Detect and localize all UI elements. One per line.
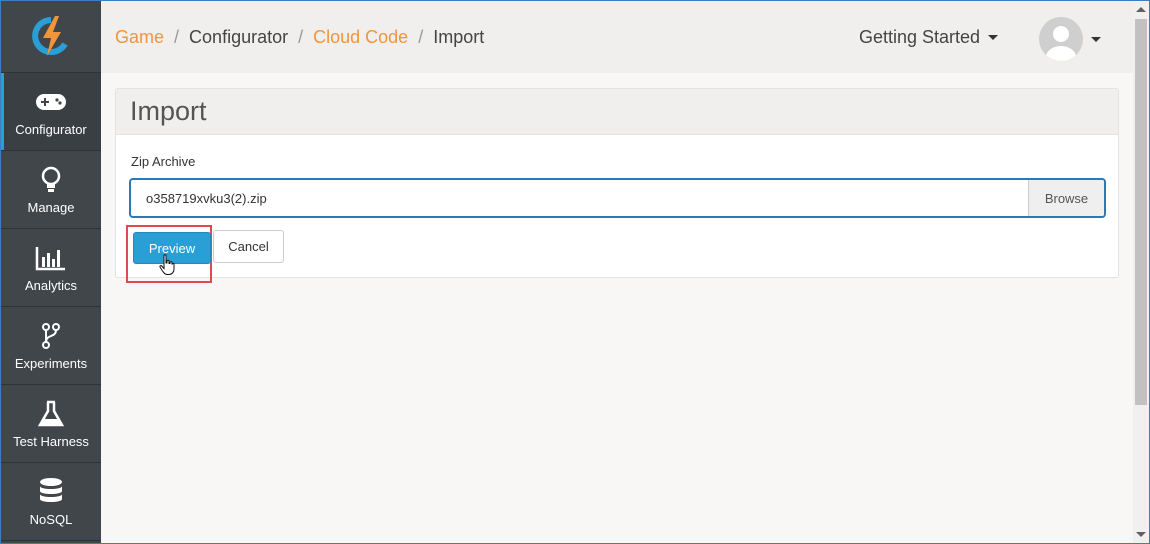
- bar-chart-icon: [35, 242, 67, 274]
- flask-icon: [38, 398, 64, 430]
- import-panel: Import Zip Archive o358719xvku3(2).zip B…: [115, 88, 1119, 283]
- page-title: Import: [130, 96, 207, 126]
- sidebar: Configurator Manage Analytics Experiment…: [1, 1, 101, 543]
- sidebar-item-label: Manage: [27, 200, 75, 215]
- sidebar-item-configurator[interactable]: Configurator: [1, 73, 101, 151]
- breadcrumb-separator: /: [174, 26, 180, 47]
- sidebar-item-test-harness[interactable]: Test Harness: [1, 385, 101, 463]
- top-header: Game / Configurator / Cloud Code / Impor…: [101, 1, 1133, 73]
- breadcrumb: Game / Configurator / Cloud Code / Impor…: [115, 27, 484, 48]
- sidebar-item-label: Test Harness: [13, 434, 89, 449]
- sidebar-item-manage[interactable]: Manage: [1, 151, 101, 229]
- getting-started-label: Getting Started: [859, 27, 981, 47]
- database-icon: [38, 476, 64, 508]
- file-name-field[interactable]: o358719xvku3(2).zip: [131, 180, 1028, 216]
- cancel-button[interactable]: Cancel: [213, 230, 284, 263]
- breadcrumb-import: Import: [433, 26, 485, 47]
- panel-header: Import: [116, 89, 1118, 135]
- hand-cursor-icon: [159, 254, 175, 281]
- sidebar-item-experiments[interactable]: Experiments: [1, 307, 101, 385]
- breadcrumb-game-link[interactable]: Game: [115, 27, 164, 48]
- scrollbar-thumb[interactable]: [1135, 19, 1147, 405]
- caret-down-icon: [1091, 36, 1101, 42]
- caret-down-icon: [988, 35, 999, 40]
- breadcrumb-cloud-code-link[interactable]: Cloud Code: [313, 27, 408, 48]
- sidebar-item-nosql[interactable]: NoSQL: [1, 463, 101, 541]
- lightbulb-icon: [40, 164, 62, 196]
- user-menu[interactable]: [1039, 17, 1101, 61]
- sidebar-item-label: Experiments: [14, 356, 88, 371]
- breadcrumb-configurator: Configurator: [189, 26, 289, 47]
- avatar[interactable]: [1039, 17, 1083, 61]
- scroll-down-arrow-icon[interactable]: [1136, 532, 1146, 537]
- sidebar-item-label: Configurator: [15, 122, 87, 137]
- zip-archive-file-input[interactable]: o358719xvku3(2).zip Browse: [129, 178, 1106, 218]
- sidebar-item-label: Analytics: [24, 278, 78, 293]
- scroll-up-arrow-icon[interactable]: [1136, 7, 1146, 12]
- lightning-logo[interactable]: [1, 1, 101, 73]
- browse-button[interactable]: Browse: [1028, 180, 1104, 216]
- vertical-scrollbar[interactable]: [1133, 1, 1149, 543]
- getting-started-dropdown[interactable]: Getting Started: [859, 27, 999, 48]
- preview-highlight: Preview: [126, 225, 212, 283]
- breadcrumb-separator: /: [298, 26, 304, 47]
- branch-icon: [40, 320, 62, 352]
- gamepad-icon: [35, 86, 67, 118]
- sidebar-item-analytics[interactable]: Analytics: [1, 229, 101, 307]
- breadcrumb-separator: /: [418, 26, 424, 47]
- sidebar-item-label: NoSQL: [29, 512, 73, 527]
- zip-archive-label: Zip Archive: [131, 154, 196, 169]
